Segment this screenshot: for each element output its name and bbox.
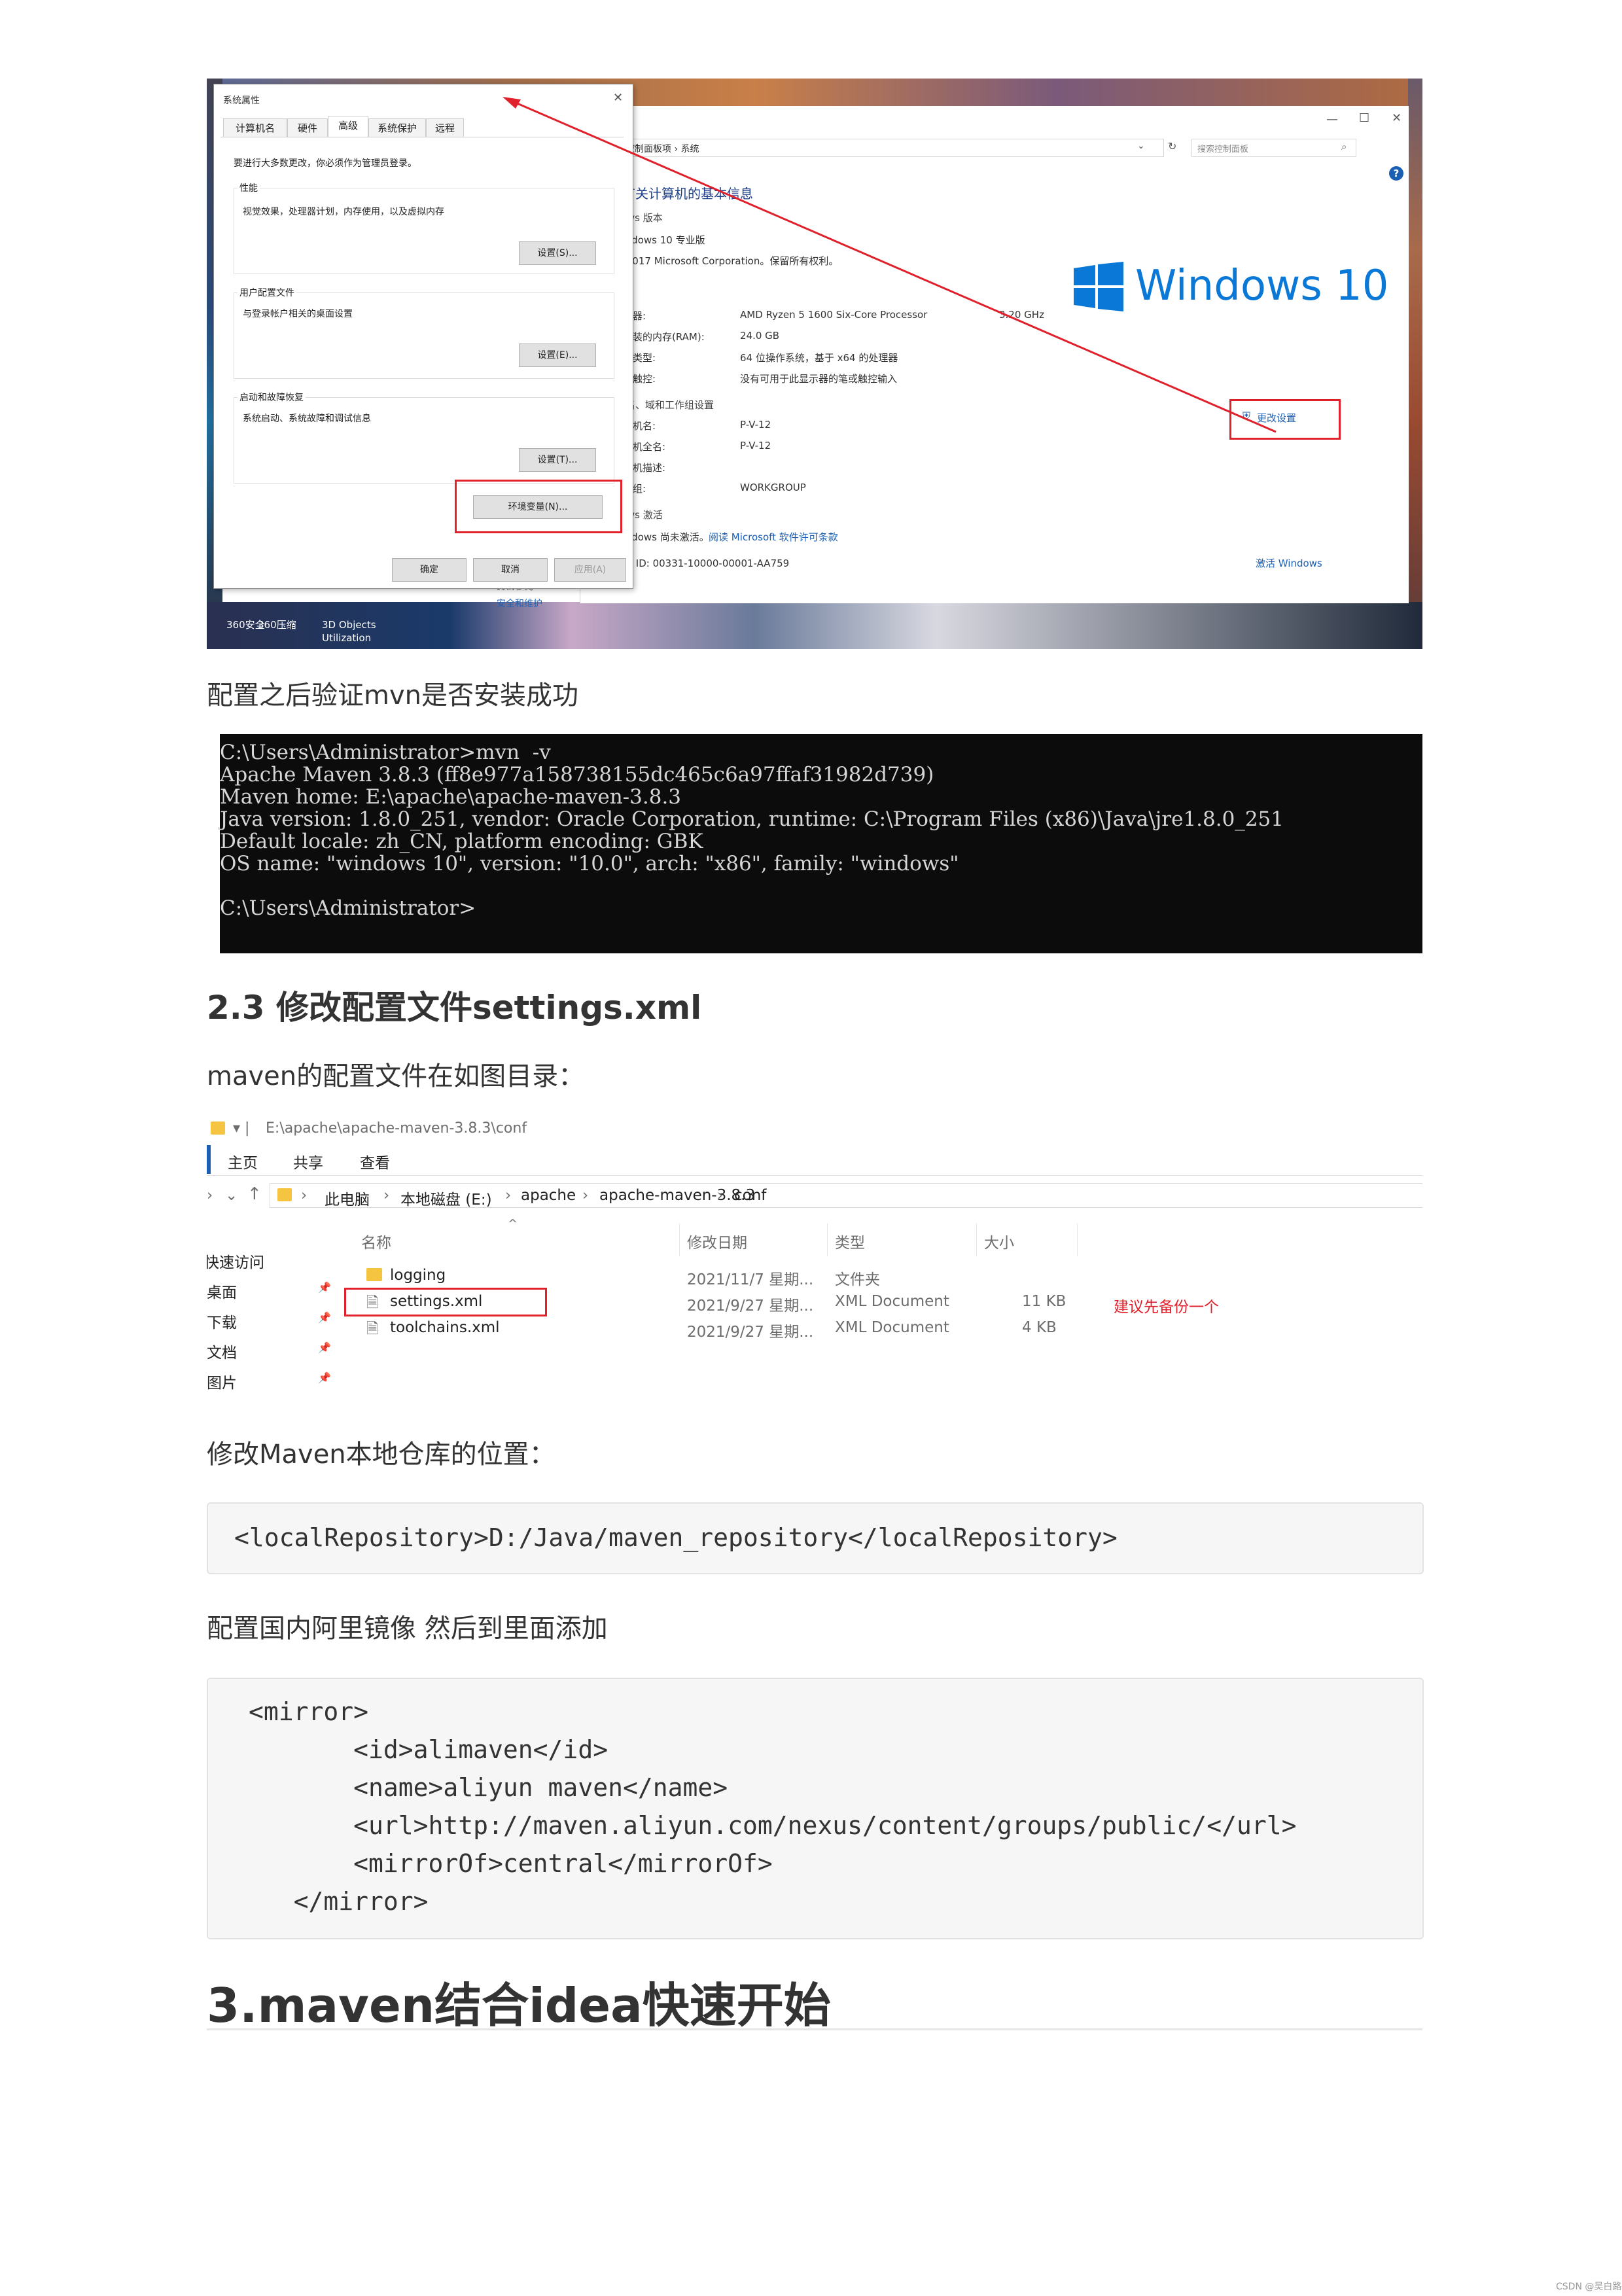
console-line: Default locale: zh_CN, platform encoding… xyxy=(220,830,703,853)
quick-access-arrow-icon[interactable]: ▾ | xyxy=(233,1120,249,1137)
folder-icon xyxy=(366,1268,382,1281)
breadcrumb-item[interactable]: conf xyxy=(734,1187,766,1204)
sidebar-item-pictures[interactable]: 图片 xyxy=(207,1370,237,1392)
pin-icon[interactable]: 📌 xyxy=(318,1341,331,1354)
file-type: XML Document xyxy=(835,1319,949,1336)
sort-indicator-icon: ^ xyxy=(508,1217,518,1231)
code-line: <mirror> xyxy=(249,1697,369,1726)
section-heading-3: 3.maven结合idea快速开始 xyxy=(207,1978,831,2033)
table-row[interactable]: 🗎 toolchains.xml 2021/9/27 星期... XML Doc… xyxy=(361,1316,1081,1341)
table-row[interactable]: logging 2021/11/7 星期... 文件夹 xyxy=(361,1264,1081,1288)
sidebar-item-downloads[interactable]: 下载 xyxy=(207,1310,237,1332)
code-line: <localRepository>D:/Java/maven_repositor… xyxy=(234,1523,1118,1552)
console-screenshot: C:\Users\Administrator>mvn -v Apache Mav… xyxy=(207,734,1422,953)
paragraph-verify: 配置之后验证mvn是否安装成功 xyxy=(207,680,578,711)
sidebar-item-desktop[interactable]: 桌面 xyxy=(207,1280,237,1302)
breadcrumb-separator: › xyxy=(505,1187,512,1204)
breadcrumb-separator: › xyxy=(301,1187,308,1204)
pin-icon[interactable]: 📌 xyxy=(318,1371,331,1384)
console-prompt: C:\Users\Administrator> xyxy=(220,896,476,920)
ribbon-tab-home[interactable]: 主页 xyxy=(228,1150,258,1173)
ribbon-tab-share[interactable]: 共享 xyxy=(293,1150,323,1173)
console-line: Maven home: E:\apache\apache-maven-3.8.3 xyxy=(220,785,682,809)
file-date: 2021/11/7 星期... xyxy=(687,1271,814,1288)
backup-note: 建议先备份一个 xyxy=(1114,1299,1219,1316)
column-header-name[interactable]: 名称 xyxy=(361,1230,391,1252)
file-size: 4 KB xyxy=(1022,1319,1057,1336)
column-divider[interactable] xyxy=(679,1224,680,1256)
code-line: </mirror> xyxy=(249,1887,429,1916)
red-arrow-annotation xyxy=(502,97,1277,433)
code-block-mirror[interactable]: <mirror> <id>alimaven</id> <name>aliyun … xyxy=(207,1678,1424,1939)
ribbon-divider xyxy=(207,1175,1422,1176)
paragraph-local-repo: 修改Maven本地仓库的位置： xyxy=(207,1439,555,1470)
up-arrow-icon[interactable]: ↑ xyxy=(247,1184,262,1204)
column-header-type[interactable]: 类型 xyxy=(835,1230,865,1252)
paragraph-aliyun-mirror: 配置国内阿里镜像 然后到里面添加 xyxy=(207,1614,608,1644)
file-explorer-screenshot: ▾ | E:\apache\apache-maven-3.8.3\conf 主页… xyxy=(207,1112,1422,1400)
breadcrumb-item[interactable]: 本地磁盘 (E:) xyxy=(400,1187,492,1209)
console-line: C:\Users\Administrator>mvn -v xyxy=(220,741,551,764)
system-properties-screenshot: 360安全 360压缩 3D Objects Utilization — ☐ ✕… xyxy=(207,79,1422,649)
file-date: 2021/9/27 星期... xyxy=(687,1324,814,1341)
column-header-size[interactable]: 大小 xyxy=(984,1230,1014,1252)
file-tab-indicator xyxy=(207,1145,211,1174)
file-type: XML Document xyxy=(835,1293,949,1310)
column-header-date[interactable]: 修改日期 xyxy=(687,1230,747,1252)
code-line: <mirrorOf>central</mirrorOf> xyxy=(249,1849,773,1878)
folder-icon xyxy=(211,1122,225,1135)
file-name: toolchains.xml xyxy=(390,1319,500,1336)
file-type: 文件夹 xyxy=(835,1271,880,1288)
console-edge xyxy=(207,734,220,953)
breadcrumb-separator: › xyxy=(383,1187,390,1204)
pin-icon[interactable]: 📌 xyxy=(318,1281,331,1294)
folder-icon xyxy=(277,1188,292,1201)
breadcrumb-separator: › xyxy=(717,1187,724,1204)
sidebar-item-quick-access[interactable]: 快速访问 xyxy=(207,1250,264,1272)
breadcrumb-item[interactable]: 此电脑 xyxy=(325,1187,370,1209)
xml-file-icon: 🗎 xyxy=(366,1320,379,1337)
back-icon[interactable]: › xyxy=(207,1187,213,1204)
code-line: <name>aliyun maven</name> xyxy=(249,1773,728,1802)
window-title-path: E:\apache\apache-maven-3.8.3\conf xyxy=(266,1120,527,1137)
red-highlight-box xyxy=(344,1288,547,1316)
file-size: 11 KB xyxy=(1022,1293,1067,1310)
chevron-down-icon[interactable]: ⌄ xyxy=(225,1187,238,1204)
code-line: <url>http://maven.aliyun.com/nexus/conte… xyxy=(249,1811,1297,1840)
ribbon-tab-view[interactable]: 查看 xyxy=(360,1150,390,1173)
file-name: logging xyxy=(390,1267,446,1284)
breadcrumb-item[interactable]: apache-maven-3.8.3 xyxy=(599,1187,755,1204)
code-line: <id>alimaven</id> xyxy=(249,1735,608,1764)
section-heading-2-3: 2.3 修改配置文件settings.xml xyxy=(207,989,702,1027)
column-divider[interactable] xyxy=(1077,1224,1078,1256)
code-block-local-repository[interactable]: <localRepository>D:/Java/maven_repositor… xyxy=(207,1502,1424,1574)
pin-icon[interactable]: 📌 xyxy=(318,1311,331,1324)
heading-underline xyxy=(207,2028,1422,2030)
watermark: CSDN @吴白路 xyxy=(1556,2282,1622,2292)
paragraph-config-location: maven的配置文件在如图目录： xyxy=(207,1061,585,1091)
console-line: OS name: "windows 10", version: "10.0", … xyxy=(220,852,959,875)
breadcrumb-item[interactable]: apache xyxy=(521,1187,576,1204)
sidebar-item-documents[interactable]: 文档 xyxy=(207,1340,237,1362)
file-date: 2021/9/27 星期... xyxy=(687,1298,814,1315)
column-divider[interactable] xyxy=(976,1224,977,1256)
console-line: Java version: 1.8.0_251, vendor: Oracle … xyxy=(220,807,1284,831)
breadcrumb-separator: › xyxy=(582,1187,589,1204)
console-line: Apache Maven 3.8.3 (ff8e977a158738155dc4… xyxy=(220,763,934,786)
column-divider[interactable] xyxy=(827,1224,828,1256)
